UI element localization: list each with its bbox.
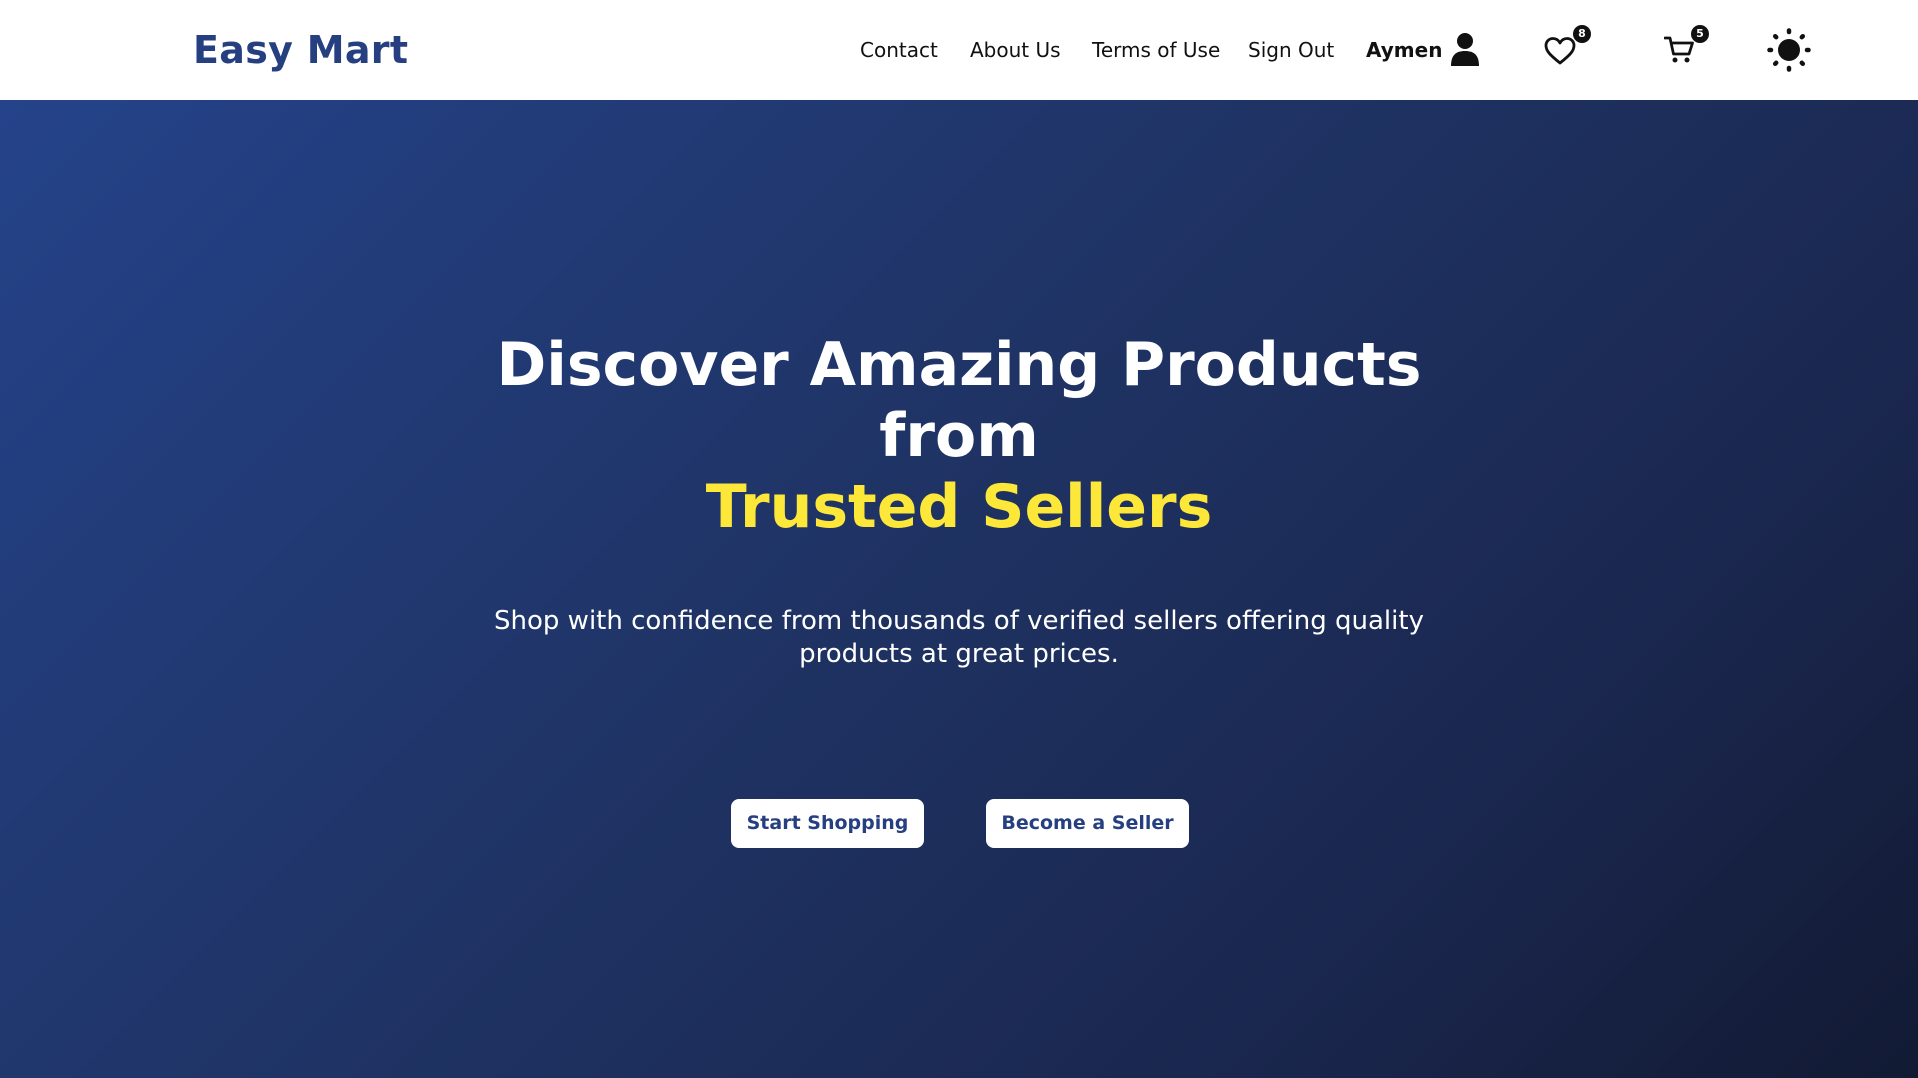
cart-icon[interactable] bbox=[1663, 34, 1696, 66]
nav-links: Contact About Us Terms of Use Sign Out A… bbox=[0, 0, 1918, 100]
nav-link-terms-of-use[interactable]: Terms of Use bbox=[1092, 36, 1220, 64]
hero-title-line-2: from bbox=[879, 401, 1039, 471]
hero-title-accent: Trusted Sellers bbox=[705, 472, 1213, 542]
heart-icon[interactable] bbox=[1544, 36, 1576, 66]
hero-subtitle: Shop with confidence from thousands of v… bbox=[494, 606, 1424, 669]
hero-title: Discover Amazing Products from Trusted S… bbox=[0, 330, 1918, 543]
sun-icon[interactable] bbox=[1767, 28, 1811, 72]
hero-title-line-1: Discover Amazing Products bbox=[496, 330, 1422, 400]
cart-count-badge: 5 bbox=[1691, 25, 1709, 43]
wishlist-count-badge: 8 bbox=[1573, 25, 1591, 43]
nav-link-about-us[interactable]: About Us bbox=[970, 36, 1061, 64]
nav-link-sign-out[interactable]: Sign Out bbox=[1248, 36, 1334, 64]
navbar: Easy Mart Contact About Us Terms of Use … bbox=[0, 0, 1918, 100]
user-icon[interactable] bbox=[1450, 32, 1480, 66]
become-seller-button[interactable]: Become a Seller bbox=[986, 799, 1189, 848]
start-shopping-button[interactable]: Start Shopping bbox=[731, 799, 924, 848]
hero-section: Discover Amazing Products from Trusted S… bbox=[0, 100, 1918, 1078]
user-name[interactable]: Aymen bbox=[1366, 36, 1442, 64]
nav-link-contact[interactable]: Contact bbox=[860, 36, 938, 64]
